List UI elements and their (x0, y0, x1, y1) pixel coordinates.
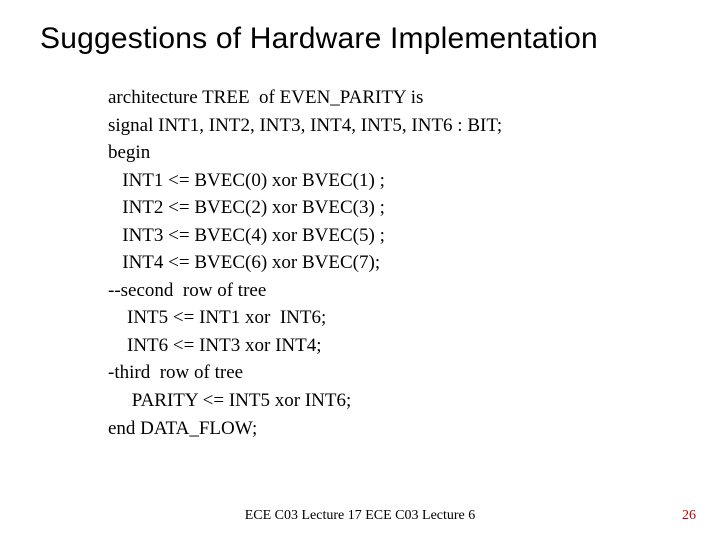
slide: Suggestions of Hardware Implementation a… (0, 0, 720, 540)
code-line: --second row of tree (108, 280, 266, 301)
code-line: signal INT1, INT2, INT3, INT4, INT5, INT… (108, 115, 502, 136)
code-line: end DATA_FLOW; (108, 418, 257, 439)
code-line: INT6 <= INT3 xor INT4; (108, 335, 322, 356)
page-number: 26 (682, 508, 696, 524)
code-line: INT1 <= BVEC(0) xor BVEC(1) ; (108, 170, 385, 191)
code-line: -third row of tree (108, 362, 243, 383)
code-line: INT4 <= BVEC(6) xor BVEC(7); (108, 252, 380, 273)
code-line: INT2 <= BVEC(2) xor BVEC(3) ; (108, 197, 385, 218)
code-line: INT5 <= INT1 xor INT6; (108, 307, 326, 328)
code-line: architecture TREE of EVEN_PARITY is (108, 87, 423, 108)
slide-footer: ECE C03 Lecture 17 ECE C03 Lecture 6 (0, 508, 720, 524)
code-line: begin (108, 142, 150, 163)
code-block: architecture TREE of EVEN_PARITY is sign… (108, 84, 680, 442)
code-line: PARITY <= INT5 xor INT6; (108, 390, 351, 411)
code-line: INT3 <= BVEC(4) xor BVEC(5) ; (108, 225, 385, 246)
slide-title: Suggestions of Hardware Implementation (40, 22, 700, 56)
